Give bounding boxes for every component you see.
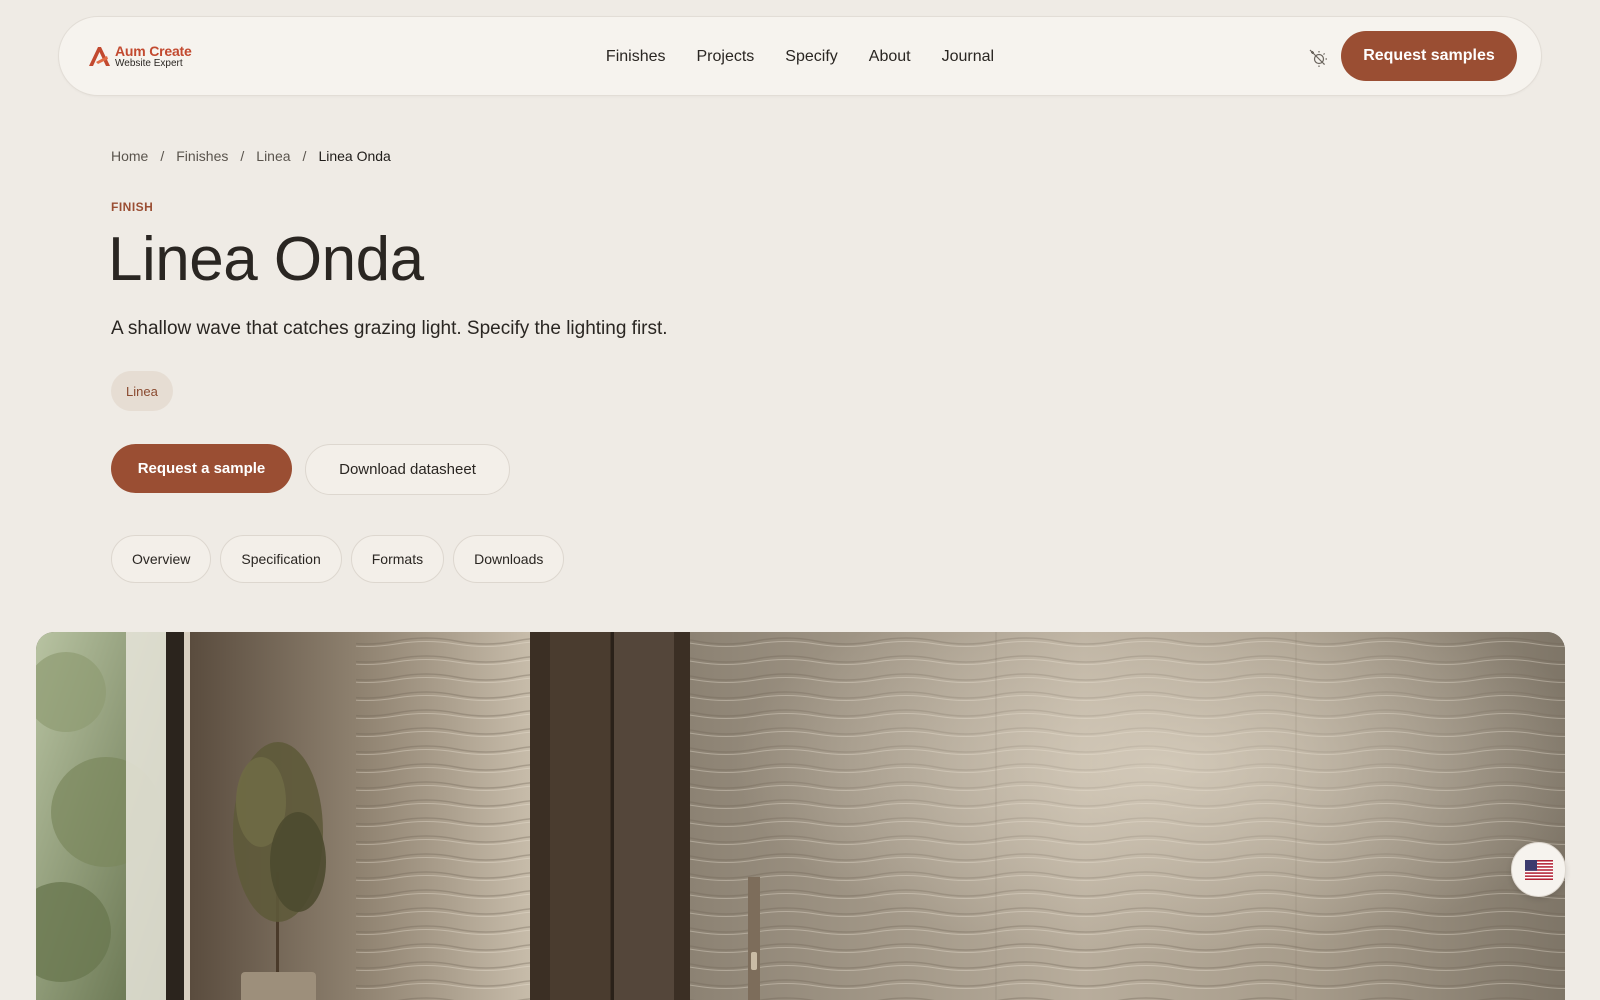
breadcrumb-separator: /	[302, 148, 307, 164]
us-flag-icon	[1524, 859, 1553, 880]
breadcrumb-separator: /	[240, 148, 245, 164]
nav-about[interactable]: About	[869, 48, 911, 66]
breadcrumb: Home / Finishes / Linea / Linea Onda	[111, 148, 391, 164]
tab-formats[interactable]: Formats	[350, 535, 445, 583]
breadcrumb-current: Linea Onda	[318, 148, 391, 164]
brand-logo[interactable]: Aum Create Website Expert	[87, 41, 192, 71]
section-tabs: Overview Specification Formats Downloads	[111, 535, 565, 583]
breadcrumb-finishes[interactable]: Finishes	[176, 148, 228, 164]
breadcrumb-separator: /	[160, 148, 165, 164]
product-description: A shallow wave that catches grazing ligh…	[111, 318, 668, 339]
brand-tagline: Website Expert	[115, 57, 183, 69]
nav-specify[interactable]: Specify	[785, 48, 837, 66]
logo-text: Aum Create Website Expert	[115, 44, 192, 69]
download-datasheet-button[interactable]: Download datasheet	[305, 444, 510, 495]
logo-mark-icon	[89, 47, 110, 66]
theme-toggle-button[interactable]	[1303, 43, 1331, 71]
hero-image	[36, 632, 1565, 1000]
tab-specification[interactable]: Specification	[220, 535, 342, 583]
request-samples-button[interactable]: Request samples	[1341, 31, 1517, 81]
page-title: Linea Onda	[108, 225, 424, 294]
request-sample-button[interactable]: Request a sample	[111, 444, 292, 493]
product-eyebrow: FINISH	[111, 200, 154, 214]
breadcrumb-linea[interactable]: Linea	[256, 148, 290, 164]
brand-name: Aum Create	[115, 42, 192, 59]
nav-finishes[interactable]: Finishes	[606, 48, 666, 66]
tab-downloads[interactable]: Downloads	[453, 535, 565, 583]
collection-tag[interactable]: Linea	[111, 371, 173, 411]
breadcrumb-home[interactable]: Home	[111, 148, 148, 164]
nav-journal[interactable]: Journal	[942, 48, 994, 66]
theme-toggle-icon	[1309, 49, 1327, 67]
nav-projects[interactable]: Projects	[697, 48, 755, 66]
locale-button[interactable]	[1511, 842, 1566, 897]
hero-illustration	[36, 632, 1565, 1000]
site-header: Aum Create Website Expert Finishes Proje…	[58, 16, 1542, 96]
tab-overview[interactable]: Overview	[111, 535, 212, 583]
